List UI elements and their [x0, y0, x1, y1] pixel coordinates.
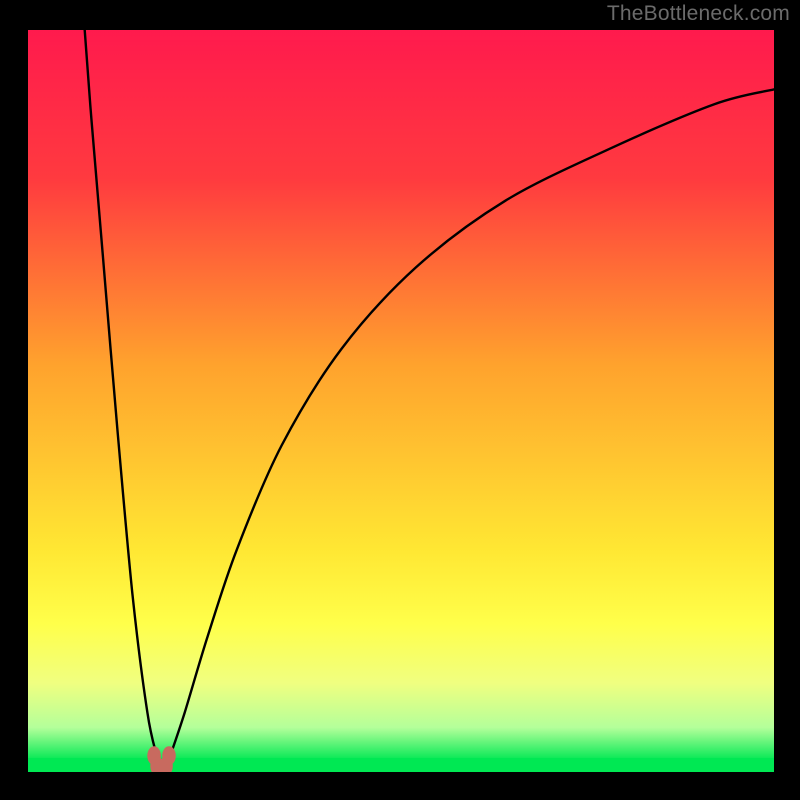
plot-area — [28, 30, 774, 772]
watermark-text: TheBottleneck.com — [607, 2, 790, 26]
chart-frame: TheBottleneck.com — [0, 0, 800, 800]
valley-marker-4 — [162, 746, 176, 765]
curve-right-branch — [165, 89, 775, 772]
curve-left-branch — [85, 30, 161, 772]
bottleneck-curve — [28, 30, 774, 772]
